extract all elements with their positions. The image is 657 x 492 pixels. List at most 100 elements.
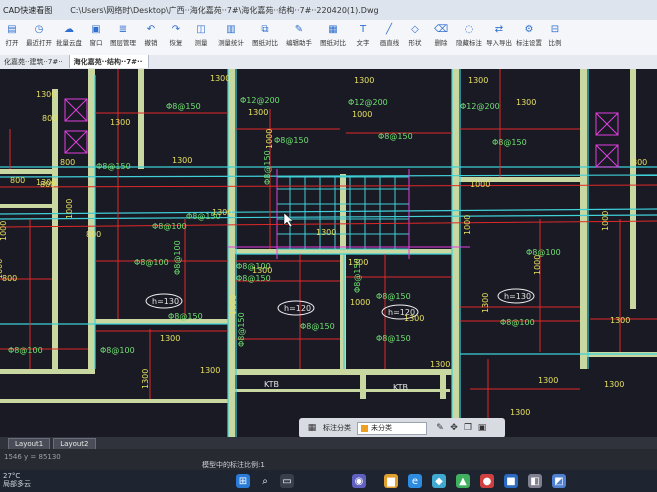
- annotation-class-select[interactable]: 未分类: [357, 421, 427, 435]
- toolbar-button-label: 最近打开: [26, 39, 52, 47]
- toolbar-button-label: 隐藏标注: [456, 39, 482, 47]
- dimension-1300: 1300: [354, 76, 374, 85]
- weather-widget[interactable]: 27°C 局部多云: [3, 472, 31, 488]
- toolbar-button-cloud[interactable]: ☁ 批量云盘: [54, 20, 84, 55]
- dimension-1300: 1300: [510, 408, 530, 417]
- toolbar-button-label: 测量统计: [218, 39, 244, 47]
- annotation-class-label: 标注分类: [323, 424, 351, 432]
- toolbar-button-edit-assistant[interactable]: ✎ 编辑助手: [282, 20, 316, 55]
- recent-icon: ◷: [34, 24, 44, 35]
- dimension-800: 800: [40, 180, 55, 189]
- task-view-icon[interactable]: ▭: [280, 474, 294, 488]
- toolbar-button-import-export[interactable]: ⇄ 导入导出: [484, 20, 514, 55]
- toolbar-button-label: 画直线: [379, 39, 399, 47]
- app-icon-5[interactable]: ◧: [528, 474, 542, 488]
- toolbar-button-hide-annotation[interactable]: ◌ 隐藏标注: [454, 20, 484, 55]
- toolbar-button-label: 图层管理: [110, 39, 136, 47]
- toolbar-button-window[interactable]: ▣ 窗口: [84, 20, 108, 55]
- app-icon-1[interactable]: ◉: [352, 474, 366, 488]
- rebar-label: Φ8@100: [8, 346, 43, 355]
- temperature: 27°C: [3, 472, 21, 480]
- toolbar-button-annotation-settings[interactable]: ⚙ 标注设置: [514, 20, 544, 55]
- compare2-icon: ▦: [328, 24, 338, 35]
- toolbar-button-label: 删除: [434, 39, 448, 47]
- app-icon-2[interactable]: ◆: [432, 474, 446, 488]
- dimension-1000: 1000: [229, 295, 238, 315]
- toolbar-button-label: 恢复: [169, 39, 183, 47]
- structural-drawing: .gt { fill:#6fe070; font-family:"DejaVu …: [0, 69, 657, 437]
- import-export-icon: ⇄: [494, 24, 504, 35]
- toolbar-button-erase[interactable]: ⌫ 删除: [428, 20, 454, 55]
- toolbar-button-compare2[interactable]: ▦ 图纸对比: [316, 20, 350, 55]
- rebar-label: Φ8@100: [500, 318, 535, 327]
- toolbar-button-label: 比例: [548, 39, 562, 47]
- dimension-1300: 1300: [481, 293, 490, 313]
- move-icon[interactable]: ✥: [449, 423, 459, 433]
- ktb-label: KTB: [264, 380, 279, 389]
- drawing-canvas[interactable]: .gt { fill:#6fe070; font-family:"DejaVu …: [0, 69, 657, 438]
- toolbar-button-label: 标注设置: [516, 39, 542, 47]
- toolbar-button-folder[interactable]: ▤ 打开: [0, 20, 24, 55]
- dimension-1000: 1000: [463, 215, 472, 235]
- tab-structure[interactable]: 海化嘉苑··结构··7#··: [69, 55, 150, 68]
- rebar-label: Φ8@100: [173, 240, 182, 275]
- windows-taskbar: 27°C 局部多云 ⊞ ⌕ ▭ ◉ ▆ e ◆ ▲ ● ■ ◧ ◩: [0, 470, 657, 492]
- toolbar-button-label: 批量云盘: [56, 39, 82, 47]
- toolbar-button-undo[interactable]: ↶ 撤销: [138, 20, 164, 55]
- app-title: CAD快速看图: [3, 5, 53, 15]
- hide-annotation-icon: ◌: [464, 24, 474, 35]
- rebar-label: Φ8@150: [492, 138, 527, 147]
- rebar-label: Φ12@200: [240, 96, 280, 105]
- cad-viewer-screen: CAD快速看图 C:\Users\网络时\Desktop\广西··海化嘉苑··7…: [0, 0, 657, 492]
- cursor-coordinates: 1546 y = 85130: [4, 453, 61, 461]
- edit-icon[interactable]: ✎: [435, 423, 445, 433]
- app-icon-6[interactable]: ◩: [552, 474, 566, 488]
- dimension-1300: 1300: [141, 369, 150, 389]
- rebar-label: Φ12@200: [348, 98, 388, 107]
- dimension-1300: 1300: [516, 98, 536, 107]
- search-icon[interactable]: ⌕: [258, 474, 272, 488]
- app-icon-3[interactable]: ▲: [456, 474, 470, 488]
- annotation-scale-prompt: 模型中的标注比例:1: [202, 461, 265, 469]
- tab-architecture[interactable]: 化嘉苑··建筑··7#··: [0, 55, 70, 68]
- dimension-1300: 1300: [610, 316, 630, 325]
- ktb-label: KTB: [393, 383, 408, 392]
- toolbar-button-compare[interactable]: ⧉ 图纸对比: [248, 20, 282, 55]
- category-color-swatch: [361, 424, 368, 432]
- edge-browser-icon[interactable]: e: [408, 474, 422, 488]
- layout-tabs: Layout1 Layout2: [0, 437, 657, 449]
- dimension-1300: 1300: [348, 258, 368, 267]
- redo-icon: ↷: [171, 24, 181, 35]
- paste-icon[interactable]: ▣: [477, 423, 487, 433]
- dimension-800: 800: [2, 274, 17, 283]
- dimension-1300: 1300: [248, 108, 268, 117]
- toolbar-button-shape[interactable]: ◇ 形状: [402, 20, 428, 55]
- dimension-1300: 1300: [160, 334, 180, 343]
- layout-tab-1[interactable]: Layout1: [8, 438, 51, 449]
- toolbar-button-line[interactable]: ╱ 画直线: [376, 20, 402, 55]
- toolbar-button-measure-stats[interactable]: ▥ 测量统计: [214, 20, 248, 55]
- toolbar-button-label: 导入导出: [486, 39, 512, 47]
- mouse-cursor-icon: [283, 212, 294, 228]
- cad-viewer-taskbar-icon[interactable]: ■: [504, 474, 518, 488]
- toolbar-button-scale[interactable]: ⊟ 比例: [544, 20, 566, 55]
- annotation-settings-icon: ⚙: [524, 24, 534, 35]
- dimension-1000: 1000: [265, 129, 274, 149]
- grid-icon[interactable]: ▦: [307, 423, 317, 433]
- app-icon-4[interactable]: ●: [480, 474, 494, 488]
- toolbar-button-ruler[interactable]: ◫ 测量: [188, 20, 214, 55]
- toolbar-button-recent[interactable]: ◷ 最近打开: [24, 20, 54, 55]
- erase-icon: ⌫: [433, 24, 449, 35]
- file-explorer-icon[interactable]: ▆: [384, 474, 398, 488]
- dimension-1300: 1300: [212, 208, 232, 217]
- windows-start-icon[interactable]: ⊞: [236, 474, 250, 488]
- dimension-1000: 1000: [601, 211, 610, 231]
- copy-icon[interactable]: ❐: [463, 423, 473, 433]
- dimension-800: 800: [10, 176, 25, 185]
- toolbar-button-redo[interactable]: ↷ 恢复: [164, 20, 188, 55]
- layout-tab-2[interactable]: Layout2: [53, 438, 96, 449]
- toolbar-button-text[interactable]: T 文字: [350, 20, 376, 55]
- rebar-label: Φ8@150: [237, 312, 246, 347]
- rebar-label: Φ8@150: [96, 162, 131, 171]
- toolbar-button-layers[interactable]: ≣ 图层管理: [108, 20, 138, 55]
